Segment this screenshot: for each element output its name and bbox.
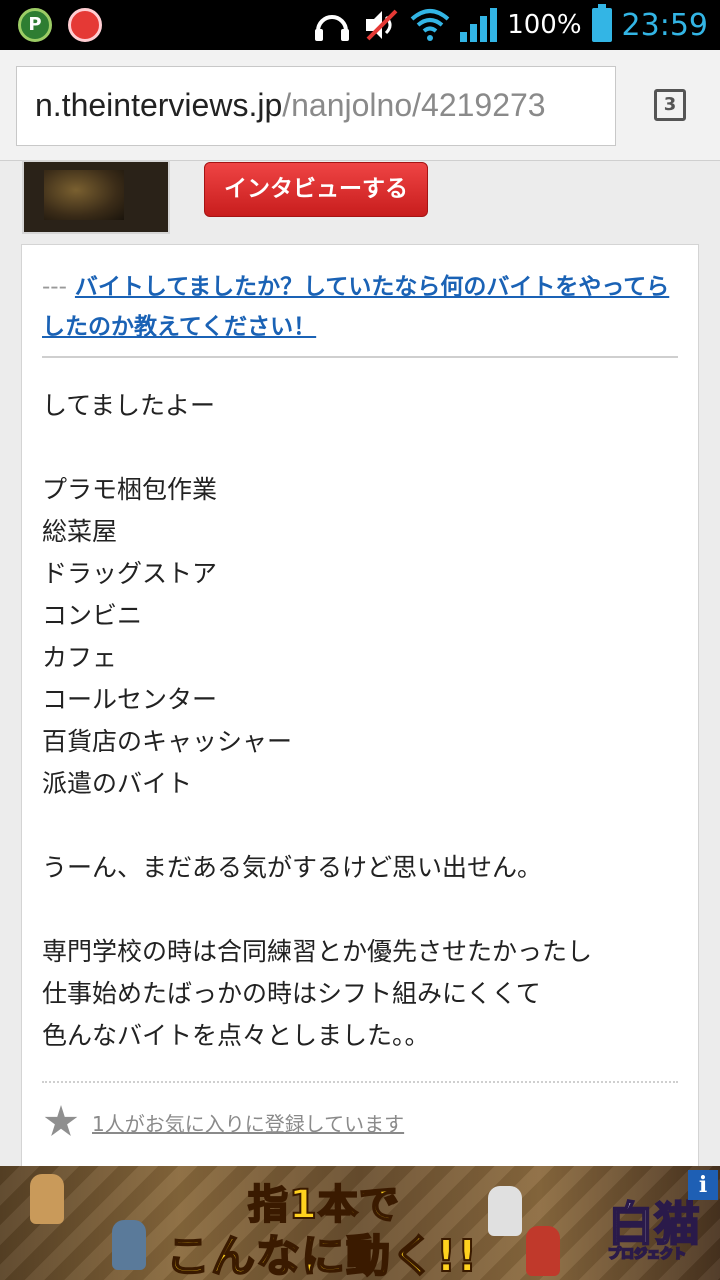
- ad-logo: 白猫 プロジェクト: [607, 1188, 701, 1263]
- interview-button[interactable]: インタビューする: [204, 162, 428, 217]
- battery-icon: [591, 4, 612, 42]
- battery-percent: 100%: [507, 10, 582, 40]
- divider: [42, 356, 678, 358]
- red-app-icon: [68, 8, 102, 42]
- answer-line: コールセンター: [42, 685, 218, 714]
- p-app-icon: P: [18, 8, 52, 42]
- ad-logo-text: 白猫: [607, 1196, 701, 1252]
- status-bar: P 100% 23:59: [0, 0, 720, 50]
- signal-icon: [460, 8, 498, 42]
- answer-line: [42, 889, 682, 931]
- answer-body: してましたよー プラモ梱包作業 総菜屋 ドラッグストア コンビニ カフェ コール…: [42, 385, 682, 1057]
- url-field[interactable]: n.theinterviews.jp/nanjolno/4219273: [16, 66, 616, 146]
- clock: 23:59: [621, 7, 708, 43]
- url-path: /nanjolno/4219273: [282, 87, 546, 123]
- answer-line: 色んなバイトを点々としました。。: [42, 1021, 430, 1050]
- answer-line: カフェ: [42, 643, 118, 672]
- ad-banner[interactable]: 指1本で こんなに動く!! 白猫 プロジェクト i: [0, 1166, 720, 1280]
- answer-line: うーん、まだある気がするけど思い出せん。: [42, 853, 543, 882]
- url-text: n.theinterviews.jp/nanjolno/4219273: [35, 87, 546, 124]
- answer-line: 総菜屋: [42, 517, 118, 546]
- answer-line: してましたよー: [42, 391, 216, 420]
- ad-character-left: [30, 1174, 64, 1224]
- answer-line: プラモ梱包作業: [42, 475, 218, 504]
- question-prefix: ---: [42, 274, 67, 300]
- answer-card: --- バイトしてましたか？していたなら何のバイトをやってらしたのか教えてくださ…: [21, 244, 699, 1184]
- answer-line: [42, 427, 682, 469]
- volume-muted-icon: [366, 9, 398, 41]
- star-icon[interactable]: [44, 1105, 78, 1136]
- tab-switcher-button[interactable]: 3: [654, 89, 686, 121]
- answer-line: 派遣のバイト: [42, 769, 193, 798]
- favorites-link[interactable]: 1人がお気に入りに登録しています: [92, 1108, 404, 1137]
- url-host: n.theinterviews.jp: [35, 87, 283, 123]
- ad-headline-2: こんなに動く!!: [165, 1230, 479, 1280]
- ad-character-right-2: [526, 1226, 560, 1276]
- answer-line: 仕事始めたばっかの時はシフト組みにくくて: [42, 979, 541, 1008]
- answer-line: ドラッグストア: [42, 559, 218, 588]
- headphones-icon: [315, 15, 350, 41]
- answer-line: 専門学校の時は合同練習とか優先させたかったし: [42, 937, 593, 966]
- answer-line: [42, 805, 682, 847]
- browser-toolbar: n.theinterviews.jp/nanjolno/4219273 3: [0, 50, 720, 161]
- wifi-icon: [410, 9, 450, 41]
- ad-character-right: [488, 1186, 522, 1236]
- question: --- バイトしてましたか？していたなら何のバイトをやってらしたのか教えてくださ…: [42, 267, 682, 347]
- question-link[interactable]: バイトしてましたか？していたなら何のバイトをやってらしたのか教えてください！: [42, 274, 669, 340]
- answer-line: コンビニ: [42, 601, 143, 630]
- profile-thumbnail[interactable]: [22, 160, 170, 234]
- answer-line: 百貨店のキャッシャー: [42, 727, 293, 756]
- status-right: 100% 23:59: [312, 0, 708, 50]
- favorites-row: 1人がお気に入りに登録しています: [44, 1105, 404, 1139]
- ad-info-icon[interactable]: i: [688, 1170, 718, 1200]
- ad-character-left-2: [112, 1220, 146, 1270]
- dotted-divider: [42, 1081, 678, 1083]
